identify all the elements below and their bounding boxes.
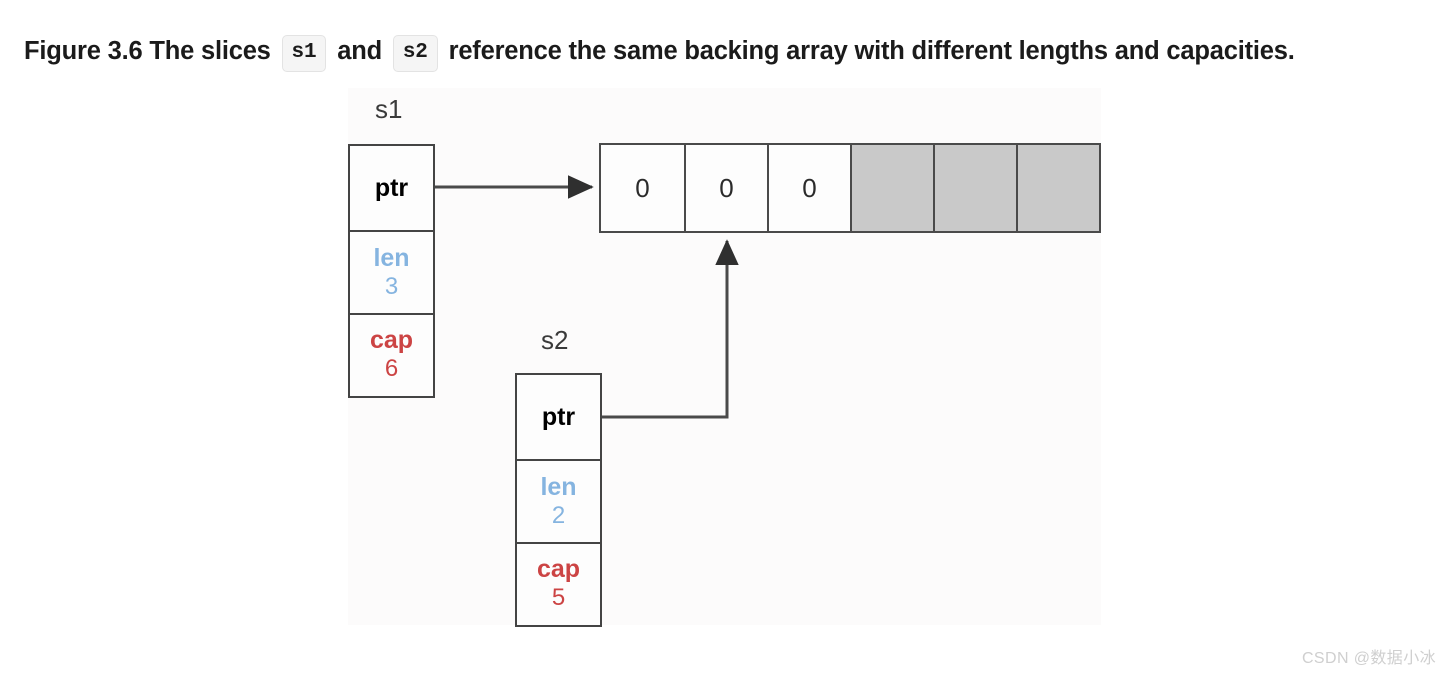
s2-len-label: len: [540, 472, 577, 501]
s1-field-len: len 3: [350, 230, 433, 313]
s2-field-len: len 2: [517, 459, 600, 542]
csdn-watermark: CSDN @数据小冰: [1301, 650, 1436, 667]
s2-ptr-label: ptr: [541, 403, 576, 431]
s1-len-value: 3: [384, 272, 399, 300]
caption-code-s2: s2: [392, 35, 438, 72]
figure-caption: Figure 3.6 The slices s1 and s2 referenc…: [24, 28, 1424, 74]
caption-suffix: reference the same backing array with di…: [448, 37, 1295, 65]
struct-box-s1: ptr len 3 cap 6: [348, 144, 435, 398]
backing-array: 0 0 0: [599, 143, 1101, 233]
s2-cap-value: 5: [551, 584, 566, 611]
array-cell-0: 0: [601, 145, 684, 231]
s2-len-value: 2: [551, 501, 566, 529]
array-cell-4: [933, 145, 1016, 231]
array-cell-5: [1016, 145, 1099, 231]
s1-field-ptr: ptr: [350, 146, 433, 230]
s2-field-cap: cap 5: [517, 542, 600, 624]
array-cell-3: [850, 145, 933, 231]
struct-label-s1: s1: [375, 94, 403, 124]
s1-cap-label: cap: [369, 326, 414, 354]
caption-code-s1: s1: [281, 35, 327, 72]
struct-box-s2: ptr len 2 cap 5: [515, 373, 602, 627]
caption-middle: and: [337, 37, 382, 65]
s1-cap-value: 6: [384, 355, 399, 382]
s1-field-cap: cap 6: [350, 313, 433, 395]
array-cell-2: 0: [767, 145, 850, 231]
s1-ptr-label: ptr: [374, 174, 409, 202]
s2-cap-label: cap: [536, 555, 581, 583]
s2-field-ptr: ptr: [517, 375, 600, 459]
array-cell-1: 0: [684, 145, 767, 231]
struct-label-s2: s2: [541, 325, 569, 355]
s1-len-label: len: [373, 243, 410, 272]
caption-prefix: Figure 3.6 The slices: [24, 37, 271, 65]
